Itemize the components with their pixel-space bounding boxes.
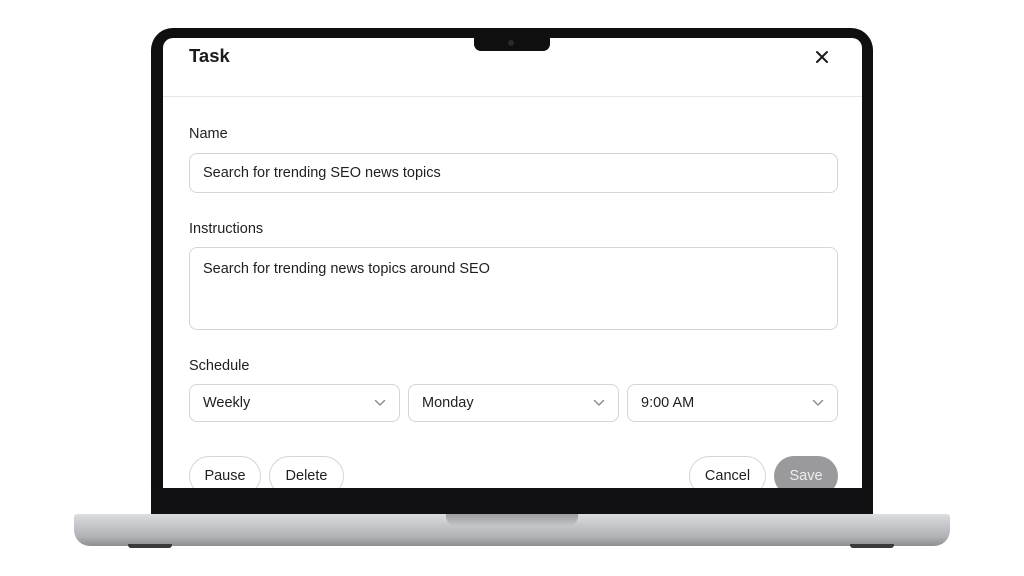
laptop-bezel-bottom: [151, 488, 873, 516]
time-value: 9:00 AM: [641, 395, 695, 411]
chevron-down-icon: [593, 399, 605, 406]
save-button[interactable]: Save: [774, 456, 838, 488]
chevron-down-icon: [374, 399, 386, 406]
close-icon: [816, 51, 828, 63]
chevron-down-icon: [812, 399, 824, 406]
frequency-select[interactable]: Weekly: [189, 384, 400, 422]
day-select[interactable]: Monday: [408, 384, 619, 422]
close-button[interactable]: [811, 46, 833, 68]
laptop-foot-left: [128, 544, 172, 548]
header-divider: [163, 96, 862, 97]
instructions-label: Instructions: [189, 221, 264, 237]
time-select[interactable]: 9:00 AM: [627, 384, 838, 422]
laptop-foot-right: [850, 544, 894, 548]
schedule-label: Schedule: [189, 358, 250, 374]
camera-notch: [474, 36, 550, 51]
laptop-mockup: Task Name Search for trending SEO news t…: [0, 0, 1024, 576]
day-value: Monday: [422, 395, 474, 411]
delete-button[interactable]: Delete: [269, 456, 344, 488]
name-input[interactable]: Search for trending SEO news topics: [189, 153, 838, 193]
instructions-textarea[interactable]: Search for trending news topics around S…: [189, 247, 838, 330]
laptop-base-groove: [446, 514, 578, 526]
dialog-title: Task: [189, 45, 230, 66]
cancel-button[interactable]: Cancel: [689, 456, 766, 488]
name-label: Name: [189, 126, 228, 142]
pause-button[interactable]: Pause: [189, 456, 261, 488]
camera-icon: [508, 40, 514, 46]
task-dialog: Task Name Search for trending SEO news t…: [163, 38, 862, 488]
frequency-value: Weekly: [203, 395, 251, 411]
